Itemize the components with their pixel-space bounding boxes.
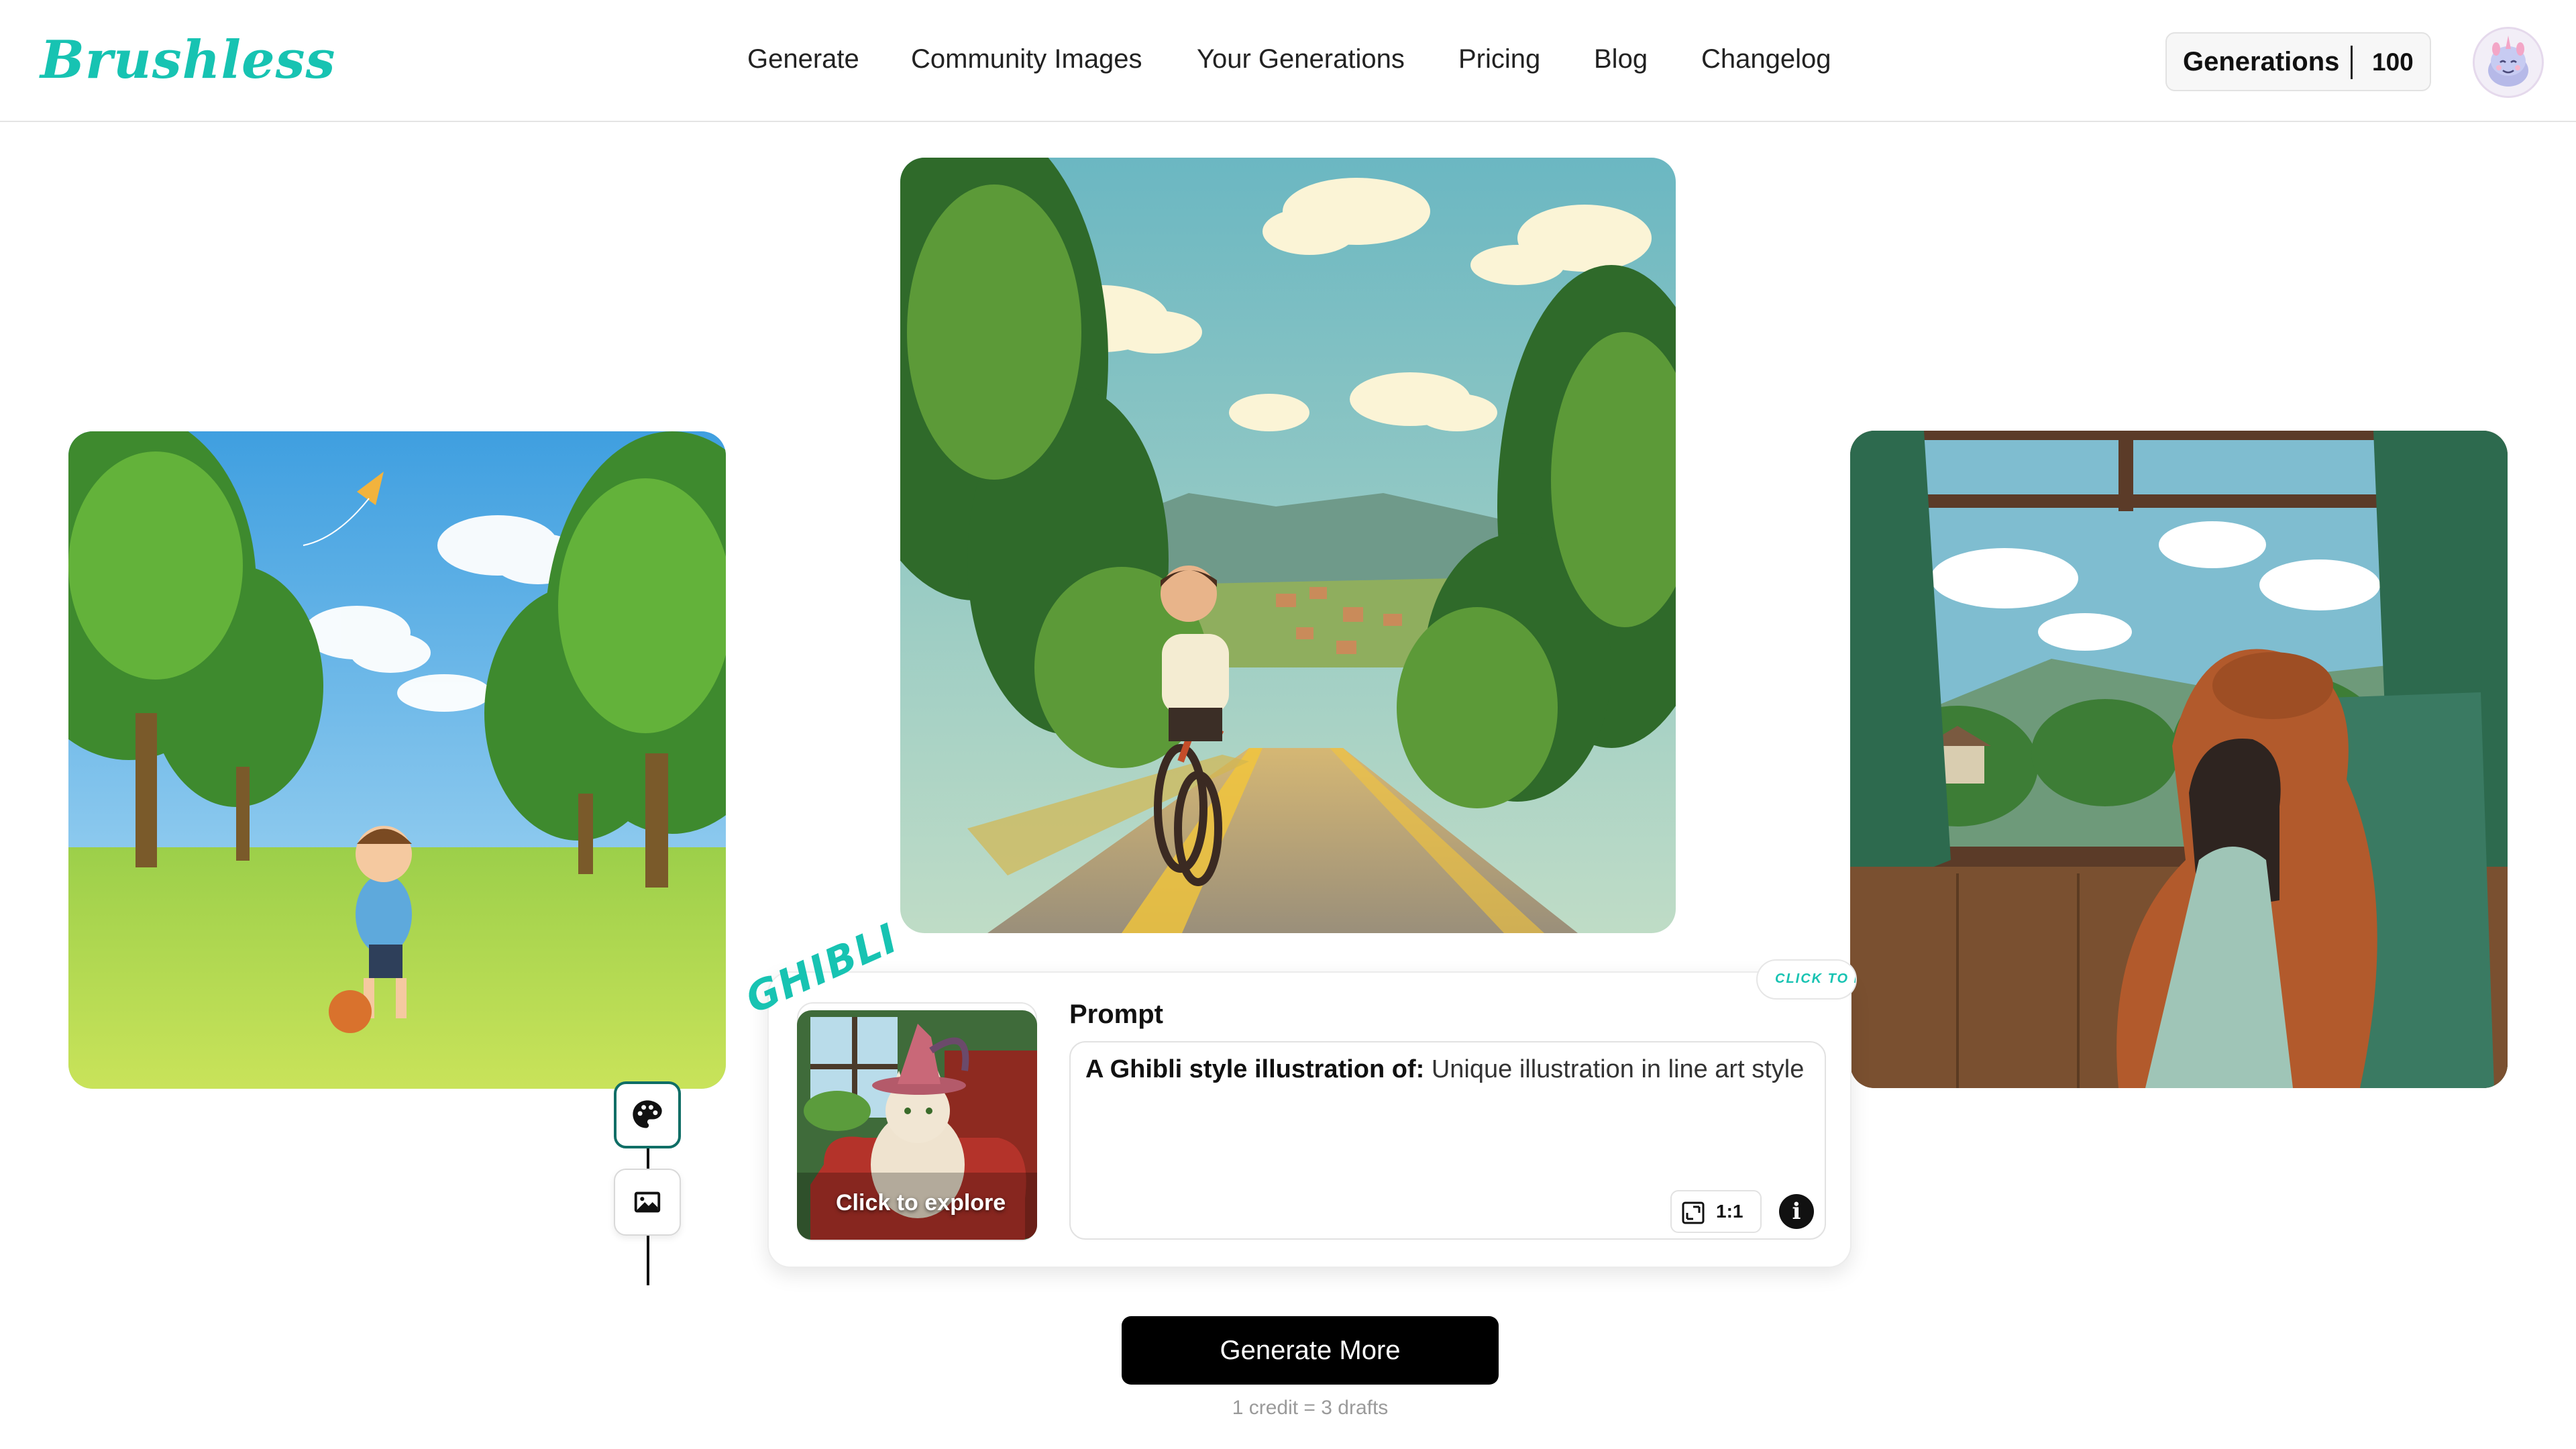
thumbnail-caption: Click to explore <box>836 1190 1006 1216</box>
image-icon <box>634 1191 661 1213</box>
generations-count: 100 <box>2372 48 2414 76</box>
brand-logo[interactable]: Brushless <box>40 30 335 91</box>
nav-your-generations[interactable]: Your Generations <box>1197 44 1405 74</box>
bike-road-illustration <box>900 158 1676 933</box>
nav-community-images[interactable]: Community Images <box>911 44 1142 74</box>
train-window-illustration <box>1850 431 2508 1088</box>
unicorn-avatar-icon <box>2475 29 2542 96</box>
nav-changelog[interactable]: Changelog <box>1701 44 1831 74</box>
gallery-image-left[interactable] <box>68 431 726 1089</box>
image-tool-button[interactable] <box>614 1169 681 1236</box>
palette-tool-button[interactable] <box>614 1081 681 1148</box>
nav-generate[interactable]: Generate <box>747 44 859 74</box>
info-icon[interactable]: i <box>1779 1194 1814 1229</box>
aspect-ratio-button[interactable]: 1:1 <box>1670 1190 1762 1233</box>
click-pill-label: CLICK TO EX <box>1775 971 1856 986</box>
prompt-input[interactable]: A Ghibli style illustration of: Unique i… <box>1069 1041 1826 1240</box>
user-avatar[interactable] <box>2473 27 2544 98</box>
style-thumbnail[interactable]: Click to explore <box>797 1010 1037 1240</box>
nav-pricing[interactable]: Pricing <box>1458 44 1540 74</box>
aspect-ratio-label: 1:1 <box>1716 1201 1743 1222</box>
prompt-prefix: A Ghibli style illustration of: <box>1085 1055 1425 1083</box>
credit-note: 1 credit = 3 drafts <box>1232 1397 1389 1419</box>
prompt-value: Unique illustration in line art style <box>1424 1055 1805 1083</box>
nav-blog[interactable]: Blog <box>1594 44 1648 74</box>
palette-icon <box>633 1100 662 1128</box>
gallery-image-right[interactable] <box>1850 431 2508 1088</box>
tool-connector <box>647 1236 649 1285</box>
click-to-explore-pill[interactable]: CLICK TO EX <box>1756 959 1857 1000</box>
generations-label: Generations <box>2183 47 2340 76</box>
top-header: Brushless Generate Community Images Your… <box>0 0 2576 122</box>
tool-connector <box>647 1148 649 1169</box>
prompt-label: Prompt <box>1069 1000 1163 1029</box>
generations-divider <box>2351 46 2353 79</box>
generations-counter[interactable]: Generations 100 <box>2165 32 2431 91</box>
prompt-text: A Ghibli style illustration of: Unique i… <box>1085 1053 1804 1086</box>
aspect-ratio-icon <box>1682 1201 1705 1224</box>
gallery-image-center[interactable] <box>900 158 1676 933</box>
generate-more-button[interactable]: Generate More <box>1122 1316 1499 1385</box>
kite-park-illustration <box>68 431 726 1089</box>
